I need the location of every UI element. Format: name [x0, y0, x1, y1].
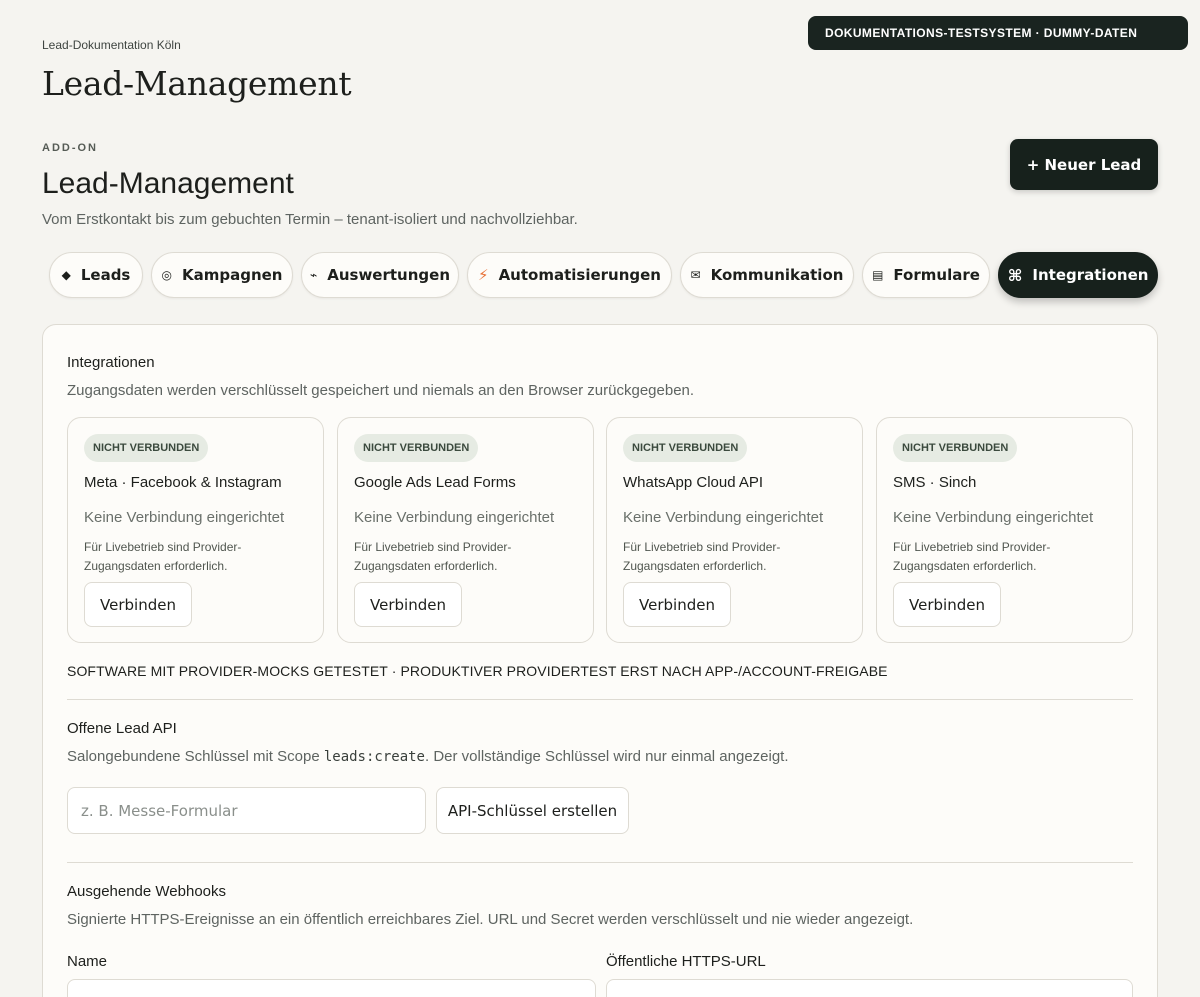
tab-automatisierungen[interactable]: ⚡ Automatisierungen [467, 252, 672, 298]
create-api-key-button[interactable]: API-Schlüssel erstellen [436, 787, 629, 834]
tab-label: Automatisierungen [498, 266, 661, 284]
integration-name: SMS · Sinch [893, 474, 977, 491]
integrations-heading: Integrationen [67, 354, 155, 371]
tab-label: Auswertungen [327, 266, 450, 284]
integration-state: Keine Verbindung eingerichtet [893, 509, 1094, 526]
webhook-name-input[interactable] [67, 979, 596, 997]
webhook-url-label: Öffentliche HTTPS-URL [606, 953, 766, 970]
tab-kampagnen[interactable]: ◎ Kampagnen [151, 252, 293, 298]
integration-note: Für Livebetrieb sind Provider-Zugangsdat… [893, 540, 1051, 573]
integration-card-meta: NICHT VERBUNDEN Meta · Facebook & Instag… [67, 417, 324, 643]
tab-label: Kommunikation [710, 266, 844, 284]
connect-button[interactable]: Verbinden [623, 582, 731, 627]
lead-api-desc-text: Salongebundene Schlüssel mit Scope [67, 748, 324, 765]
breadcrumb[interactable]: Lead-Dokumentation Köln [42, 38, 181, 52]
integration-note: Für Livebetrieb sind Provider-Zugangsdat… [84, 540, 242, 573]
divider [67, 699, 1133, 700]
scope-code: leads:create [323, 749, 425, 765]
integration-note: Für Livebetrieb sind Provider-Zugangsdat… [354, 540, 512, 573]
integration-card-sms: NICHT VERBUNDEN SMS · Sinch Keine Verbin… [876, 417, 1133, 643]
divider [67, 862, 1133, 863]
bolt-icon: ⚡ [478, 266, 489, 284]
integrations-panel: Integrationen Zugangsdaten werden versch… [42, 324, 1158, 997]
diamond-icon: ◆ [61, 268, 71, 282]
webhooks-heading: Ausgehende Webhooks [67, 883, 227, 900]
api-key-name-input[interactable] [67, 787, 426, 834]
status-badge: NICHT VERBUNDEN [84, 434, 209, 462]
connect-button[interactable]: Verbinden [893, 582, 1001, 627]
connect-button[interactable]: Verbinden [354, 582, 462, 627]
integration-card-google-ads: NICHT VERBUNDEN Google Ads Lead Forms Ke… [337, 417, 594, 643]
section-title: Lead-Management [42, 167, 294, 200]
integration-card-whatsapp: NICHT VERBUNDEN WhatsApp Cloud API Keine… [606, 417, 863, 643]
tab-label: Formulare [893, 266, 980, 284]
tab-auswertungen[interactable]: ⌁ Auswertungen [301, 252, 459, 298]
test-system-badge: DOKUMENTATIONS-TESTSYSTEM · DUMMY-DATEN [808, 16, 1188, 50]
tab-label: Integrationen [1032, 266, 1149, 284]
new-lead-button[interactable]: + Neuer Lead [1010, 139, 1158, 190]
webhook-url-input[interactable] [606, 979, 1133, 997]
status-badge: NICHT VERBUNDEN [893, 434, 1018, 462]
page-title: Lead-Management [42, 64, 352, 103]
integration-note: Für Livebetrieb sind Provider-Zugangsdat… [623, 540, 781, 573]
tab-label: Kampagnen [181, 266, 283, 284]
form-icon: ▤ [872, 268, 884, 282]
tab-integrationen[interactable]: ⌘ Integrationen [998, 252, 1158, 298]
status-badge: NICHT VERBUNDEN [623, 434, 748, 462]
trend-icon: ⌁ [310, 268, 318, 282]
status-badge: NICHT VERBUNDEN [354, 434, 479, 462]
tab-kommunikation[interactable]: ✉ Kommunikation [680, 252, 854, 298]
tab-formulare[interactable]: ▤ Formulare [862, 252, 990, 298]
connect-button[interactable]: Verbinden [84, 582, 192, 627]
section-subtitle: Vom Erstkontakt bis zum gebuchten Termin… [42, 211, 578, 228]
mail-icon: ✉ [690, 268, 701, 282]
integration-state: Keine Verbindung eingerichtet [623, 509, 824, 526]
tab-leads[interactable]: ◆ Leads [49, 252, 143, 298]
integration-name: Google Ads Lead Forms [354, 474, 516, 491]
integration-state: Keine Verbindung eingerichtet [84, 509, 285, 526]
command-icon: ⌘ [1007, 265, 1023, 285]
tab-label: Leads [80, 266, 131, 284]
provider-mock-note: SOFTWARE MIT PROVIDER-MOCKS GETESTET · P… [67, 663, 888, 679]
integration-state: Keine Verbindung eingerichtet [354, 509, 555, 526]
addon-kicker: ADD-ON [42, 142, 98, 154]
webhook-name-label: Name [67, 953, 108, 970]
lead-api-heading: Offene Lead API [67, 720, 177, 737]
integration-name: Meta · Facebook & Instagram [84, 474, 282, 491]
lead-api-description: Salongebundene Schlüssel mit Scope leads… [67, 748, 789, 765]
target-icon: ◎ [161, 268, 172, 282]
webhooks-description: Signierte HTTPS-Ereignisse an ein öffent… [67, 911, 914, 928]
integrations-description: Zugangsdaten werden verschlüsselt gespei… [67, 382, 695, 399]
integration-name: WhatsApp Cloud API [623, 474, 764, 491]
lead-api-desc-text-end: . Der vollständige Schlüssel wird nur ei… [425, 748, 789, 765]
